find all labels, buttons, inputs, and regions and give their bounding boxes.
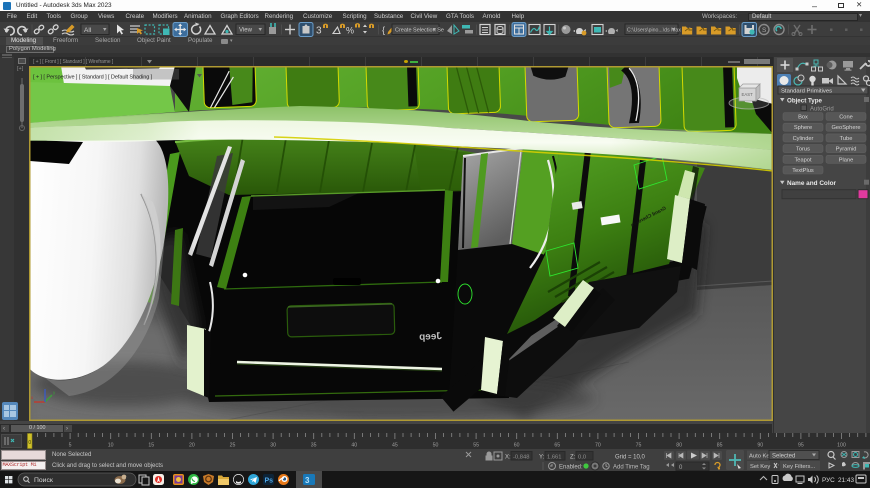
svg-text:Cylinder: Cylinder — [793, 136, 814, 142]
svg-text:EAST: EAST — [742, 92, 754, 97]
svg-text:Grid = 10,0: Grid = 10,0 — [615, 455, 646, 461]
svg-text:45: 45 — [392, 443, 398, 449]
svg-text:100: 100 — [837, 443, 846, 449]
svg-text:-0,848: -0,848 — [513, 455, 529, 461]
svg-text:35: 35 — [311, 443, 317, 449]
svg-text:25: 25 — [230, 443, 236, 449]
svg-text:TextPlus: TextPlus — [792, 168, 814, 174]
svg-text:Jeep: Jeep — [419, 331, 442, 343]
svg-text:[ + ] [ Perspective ] [ Standa: [ + ] [ Perspective ] [ Standard ] [ Def… — [33, 75, 153, 81]
svg-text:60: 60 — [514, 443, 520, 449]
svg-text:Sphere: Sphere — [794, 125, 812, 131]
svg-text:Torus: Torus — [796, 147, 810, 153]
svg-text:50: 50 — [433, 443, 439, 449]
svg-text:90: 90 — [757, 443, 763, 449]
svg-text:РУС: РУС — [822, 477, 835, 484]
svg-text:Object Type: Object Type — [787, 98, 823, 105]
svg-text:Pyramid: Pyramid — [836, 147, 857, 153]
svg-text:30: 30 — [270, 443, 276, 449]
svg-text:Cone: Cone — [839, 115, 853, 121]
svg-text:85: 85 — [717, 443, 723, 449]
svg-text:Name and Color: Name and Color — [787, 180, 837, 187]
svg-text:Standard Primitives: Standard Primitives — [781, 89, 832, 95]
svg-text:C:\Users\pino...\ds Max 202: C:\Users\pino...\ds Max 202 — [627, 28, 691, 34]
svg-text:1,661: 1,661 — [547, 455, 562, 461]
svg-text:0,0: 0,0 — [578, 455, 586, 461]
svg-text:Ps: Ps — [265, 478, 274, 485]
svg-text:Y:: Y: — [539, 455, 545, 461]
svg-text:View: View — [239, 28, 253, 34]
svg-text:Поиск: Поиск — [34, 477, 53, 484]
svg-text:%: % — [346, 26, 354, 36]
svg-text:10: 10 — [108, 443, 114, 449]
svg-text:65: 65 — [554, 443, 560, 449]
svg-text:S: S — [762, 27, 767, 34]
svg-text:Enabled:: Enabled: — [559, 465, 583, 471]
svg-text:Set Key: Set Key — [750, 464, 770, 470]
svg-text:{: { — [382, 25, 385, 35]
svg-text:Tube: Tube — [840, 136, 853, 142]
svg-text:All: All — [84, 27, 92, 34]
svg-text:21:43: 21:43 — [838, 477, 854, 484]
svg-text:X:: X: — [505, 455, 511, 461]
svg-text:40: 40 — [351, 443, 357, 449]
svg-text:0: 0 — [28, 440, 31, 446]
svg-text:Selected: Selected — [772, 454, 795, 460]
svg-text:75: 75 — [636, 443, 642, 449]
svg-text:20: 20 — [189, 443, 195, 449]
svg-text:Teapot: Teapot — [794, 157, 811, 163]
svg-text:GeoSphere: GeoSphere — [831, 125, 860, 131]
svg-text:5: 5 — [69, 443, 72, 449]
svg-text:Box: Box — [798, 115, 808, 121]
svg-text:,: , — [778, 461, 779, 466]
svg-text:80: 80 — [676, 443, 682, 449]
svg-text:95: 95 — [798, 443, 804, 449]
svg-text:3: 3 — [316, 26, 322, 37]
svg-text:Z:: Z: — [570, 455, 576, 461]
svg-text:15: 15 — [148, 443, 154, 449]
svg-text:55: 55 — [473, 443, 479, 449]
svg-text:3: 3 — [305, 476, 310, 485]
svg-text:Add Time Tag: Add Time Tag — [613, 465, 650, 471]
svg-text:Plane: Plane — [839, 157, 854, 163]
svg-text:Create Selection Se: Create Selection Se — [395, 28, 444, 34]
svg-text:AutoGrid: AutoGrid — [810, 107, 834, 113]
svg-text:Key Filters...: Key Filters... — [783, 464, 816, 470]
svg-text:70: 70 — [595, 443, 601, 449]
